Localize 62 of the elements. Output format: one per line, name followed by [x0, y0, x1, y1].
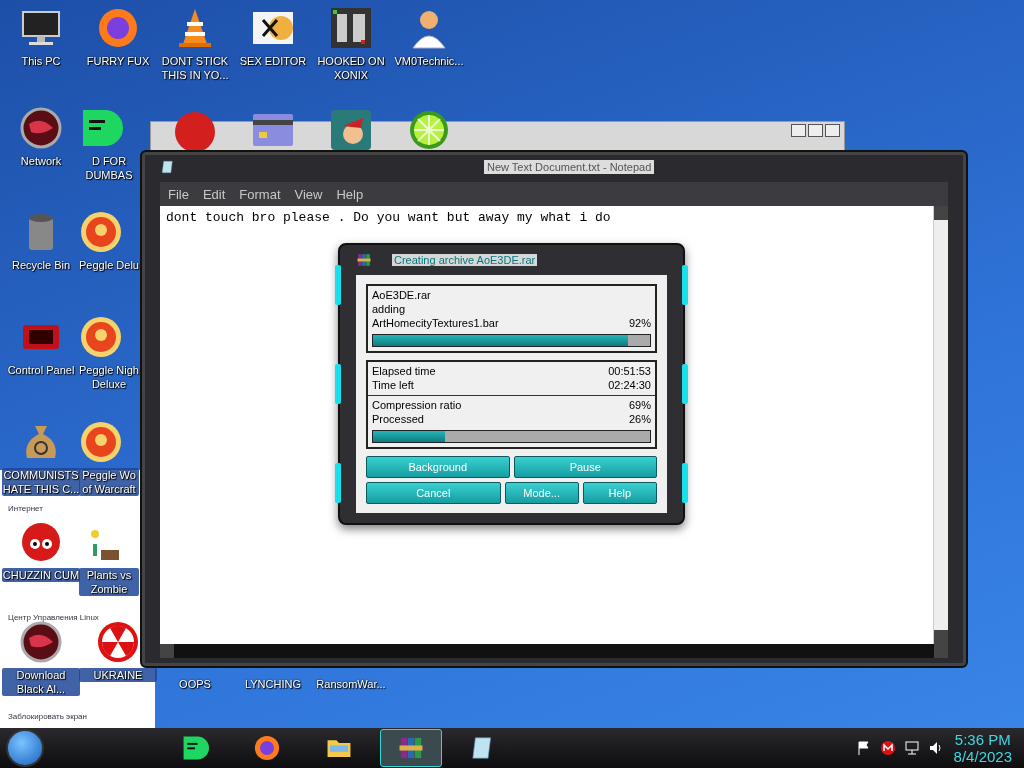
desktop-icon-label[interactable]: This PC	[2, 54, 80, 68]
vertical-scrollbar[interactable]	[933, 206, 948, 644]
desktop-icon-label[interactable]: Download Black Al...	[2, 668, 80, 696]
stat-label: Time left	[372, 378, 414, 392]
start-button[interactable]	[6, 729, 44, 767]
desktop-icon-label[interactable]: Recycle Bin	[2, 258, 80, 272]
dialog-title: Creating archive AoE3DE.rar	[392, 254, 538, 266]
desktop-icon-label[interactable]: Control Panel	[2, 363, 80, 377]
editor-text: dont touch bro please . Do you want but away my what i do	[166, 210, 611, 225]
clock-date: 8/4/2023	[953, 748, 1012, 765]
stat-value: 26%	[628, 412, 651, 426]
flag-icon[interactable]	[855, 740, 872, 756]
horizontal-scrollbar[interactable]	[160, 644, 948, 658]
desktop-icon-label[interactable]: UKRAINE	[79, 668, 157, 682]
desktop-icon-label[interactable]: Peggle Wo of Warcraft	[79, 468, 139, 496]
stat-label: Processed	[372, 412, 424, 426]
stat-label: Compression ratio	[372, 398, 462, 412]
radiation-icon	[96, 620, 140, 664]
menu-item[interactable]: Help	[336, 186, 364, 202]
stat-label: Elapsed time	[372, 364, 436, 378]
notepad-icon	[160, 159, 176, 175]
archive-name: AoE3DE.rar	[372, 288, 432, 302]
archive-books-icon	[356, 252, 372, 268]
desktop-icon-label[interactable]: CHUZZIN CUM	[2, 568, 80, 582]
maze-game-icon	[329, 6, 373, 50]
desktop-icon-label[interactable]: VM0Technic...	[390, 54, 468, 68]
desktop-icon-label[interactable]: RansomWar...	[312, 677, 390, 691]
desktop-icon-label[interactable]: Peggle Nigh Deluxe	[79, 363, 139, 391]
desktop-icon-label[interactable]: Network	[2, 154, 80, 168]
file-name: ArtHomecityTextures1.bar	[372, 316, 499, 330]
desktop-icon-label[interactable]: HOOKED ON XONIX	[312, 54, 390, 82]
desktop-icon-label[interactable]: D FOR DUMBAS	[79, 154, 139, 182]
start-menu-item[interactable]: Центр Управления Linux	[8, 613, 99, 622]
desktop-icon-label[interactable]: LYNCHING	[234, 677, 312, 691]
start-menu-item[interactable]: Интернет	[8, 504, 43, 513]
file-percent: 92%	[628, 316, 651, 330]
action-text: adding	[372, 302, 407, 316]
clock-time: 5:36 PM	[954, 731, 1011, 748]
desktop-icon-label[interactable]: FURRY FUX	[79, 54, 157, 68]
desktop-icon-label[interactable]: COMMUNISTS HATE THIS C...	[2, 468, 80, 496]
menu-item[interactable]: View	[294, 186, 323, 202]
stat-value: 69%	[628, 398, 651, 412]
volume-icon[interactable]	[927, 740, 944, 756]
network-icon[interactable]	[903, 740, 920, 756]
fuzzball-icon	[19, 520, 63, 564]
desktop-icon-label[interactable]: Peggle Delu	[79, 258, 139, 272]
stat-value: 02:24:30	[608, 378, 651, 392]
clock[interactable]: 5:36 PM 8/4/2023	[953, 731, 1018, 765]
menu-item[interactable]: Edit	[202, 186, 226, 202]
start-menu-item[interactable]: Заблокировать экран	[8, 712, 87, 721]
menu-item[interactable]: File	[168, 186, 189, 202]
window-title: New Text Document.txt - Notepad	[484, 160, 655, 174]
desktop-icon-label[interactable]: Plants vs Zombie	[79, 568, 139, 596]
minimize-button[interactable]	[791, 124, 806, 137]
desktop-icon-label[interactable]: DONT STICK THIS IN YO...	[156, 54, 234, 82]
menu-item[interactable]: Format	[239, 186, 281, 202]
desktop-icon-label[interactable]: SEX EDITOR	[234, 54, 312, 68]
maximize-button[interactable]	[808, 124, 823, 137]
lime-slice-icon	[407, 108, 451, 152]
close-button[interactable]	[825, 124, 840, 137]
desktop-icon-label[interactable]: OOPS	[156, 677, 234, 691]
stat-value: 00:51:53	[608, 364, 651, 378]
